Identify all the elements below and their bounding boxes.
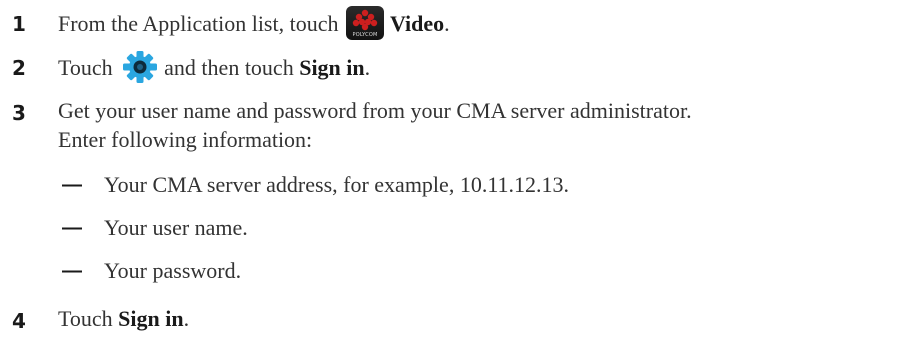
- step-2-text-middle: and then touch: [164, 55, 294, 81]
- step-1-text: From the Application list, touch POLYCOM…: [58, 6, 450, 43]
- gear-graphic: [123, 51, 158, 83]
- step-2-bold-sign-in: Sign in: [299, 55, 365, 81]
- polycom-video-app-icon[interactable]: POLYCOM: [345, 6, 384, 40]
- step-2-text-before: Touch: [58, 55, 113, 81]
- step-4-text: Touch Sign in.: [58, 306, 189, 332]
- step-1-bold-video: Video: [389, 11, 445, 37]
- step-4-number: 4: [12, 309, 26, 333]
- bullet-2-text: Your user name.: [104, 215, 248, 240]
- bullet-2-marker: —: [62, 217, 82, 239]
- bullet-1-marker: —: [62, 174, 82, 196]
- polycom-icon-label: POLYCOM: [352, 32, 378, 38]
- step-2-text-after: .: [364, 55, 371, 81]
- step-1-text-before: From the Application list, touch: [58, 11, 339, 37]
- bullet-3-text: Your password.: [104, 258, 242, 283]
- step-4-text-after: .: [183, 306, 190, 331]
- step-3-line-1: Get your user name and password from you…: [58, 98, 692, 123]
- step-2-number: 2: [12, 56, 26, 80]
- settings-gear-icon[interactable]: [122, 50, 158, 84]
- step-3-number: 3: [12, 101, 26, 125]
- step-1-number: 1: [12, 12, 26, 36]
- step-3-line-2: Enter following information:: [58, 127, 313, 152]
- step-1-text-after: .: [444, 11, 450, 37]
- step-4-text-before: Touch: [58, 306, 113, 331]
- step-4-bold-sign-in: Sign in: [118, 306, 184, 331]
- bullet-3-marker: —: [62, 260, 82, 282]
- step-2-text: Touch and then touch Sign in.: [58, 50, 371, 87]
- bullet-1-text: Your CMA server address, for example, 10…: [104, 172, 569, 197]
